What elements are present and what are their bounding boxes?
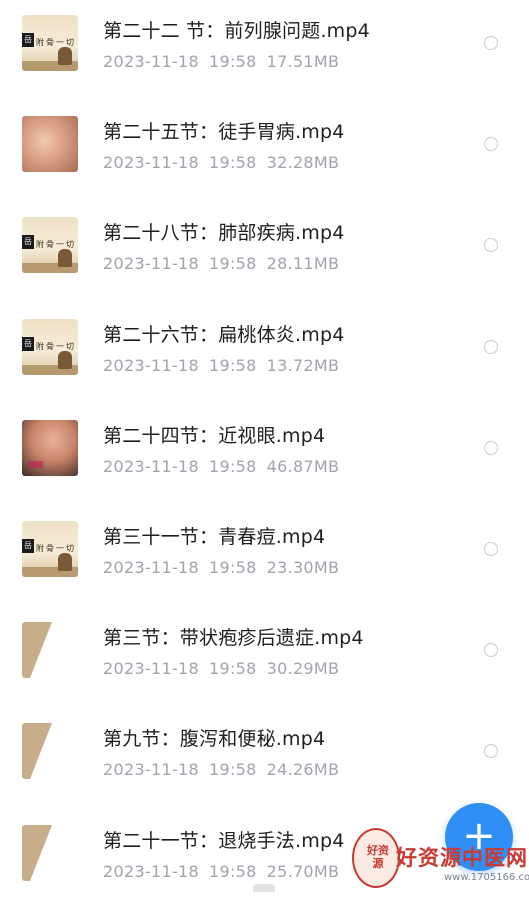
file-meta: 2023-11-18 19:58 30.29MB — [103, 659, 349, 678]
file-time: 19:58 — [208, 153, 257, 172]
select-radio[interactable] — [484, 441, 498, 455]
video-thumbnail — [22, 420, 78, 476]
file-meta: 2023-11-18 19:58 28.11MB — [103, 254, 349, 273]
watermark-text: 好资源中医网 — [396, 846, 528, 870]
watermark-url: www.1705166.com — [444, 872, 529, 883]
file-time: 19:58 — [208, 457, 257, 476]
video-thumbnail: 岳附骨一切 — [22, 521, 78, 577]
file-name: 第九节：腹泻和便秘.mp4 — [103, 728, 326, 750]
file-date: 2023-11-18 — [103, 862, 199, 881]
file-size: 17.51MB — [266, 52, 340, 71]
file-date: 2023-11-18 — [103, 254, 199, 273]
watermark-seal: 好资源 — [352, 828, 400, 888]
select-radio[interactable] — [484, 643, 498, 657]
file-time: 19:58 — [208, 52, 257, 71]
file-row[interactable]: 岳附骨一切 第二十八节：肺部疾病.mp4 2023-11-18 19:58 28.11M… — [0, 202, 529, 303]
video-thumbnail: 岳附骨一切 — [22, 319, 78, 375]
file-meta: 2023-11-18 19:58 23.30MB — [103, 558, 349, 577]
file-date: 2023-11-18 — [103, 558, 199, 577]
file-meta: 2023-11-18 19:58 24.26MB — [103, 760, 349, 779]
file-name: 第二十五节：徒手胃病.mp4 — [103, 121, 345, 143]
file-name: 第三节：带状疱疹后遗症.mp4 — [103, 627, 364, 649]
drag-handle[interactable] — [253, 884, 275, 892]
file-row[interactable]: 第三节：带状疱疹后遗症.mp4 2023-11-18 19:58 30.29MB — [0, 607, 529, 708]
file-name: 第二十二 节：前列腺问题.mp4 — [103, 20, 370, 42]
video-thumbnail: 岳附骨一切 — [22, 15, 78, 71]
file-time: 19:58 — [208, 862, 257, 881]
video-thumbnail — [22, 723, 78, 779]
file-time: 19:58 — [208, 254, 257, 273]
file-size: 25.70MB — [266, 862, 340, 881]
file-meta: 2023-11-18 19:58 32.28MB — [103, 153, 349, 172]
file-meta: 2023-11-18 19:58 17.51MB — [103, 52, 349, 71]
file-row[interactable]: 岳附骨一切 第三十一节：青春痘.mp4 2023-11-18 19:58 23.30MB — [0, 506, 529, 607]
file-row[interactable]: 岳附骨一切 第二十二 节：前列腺问题.mp4 2023-11-18 19:58 17.5… — [0, 0, 529, 101]
video-thumbnail — [22, 116, 78, 172]
file-date: 2023-11-18 — [103, 356, 199, 375]
file-size: 28.11MB — [266, 254, 340, 273]
select-radio[interactable] — [484, 36, 498, 50]
file-date: 2023-11-18 — [103, 760, 199, 779]
seal-text: 好资源 — [367, 844, 389, 870]
file-name: 第二十六节：扁桃体炎.mp4 — [103, 324, 345, 346]
file-row[interactable]: 第二十五节：徒手胃病.mp4 2023-11-18 19:58 32.28MB — [0, 101, 529, 202]
file-date: 2023-11-18 — [103, 52, 199, 71]
file-date: 2023-11-18 — [103, 659, 199, 678]
video-thumbnail: 岳附骨一切 — [22, 217, 78, 273]
file-size: 24.26MB — [266, 760, 340, 779]
select-radio[interactable] — [484, 340, 498, 354]
file-size: 13.72MB — [266, 356, 340, 375]
file-size: 46.87MB — [266, 457, 340, 476]
file-meta: 2023-11-18 19:58 46.87MB — [103, 457, 349, 476]
file-row[interactable]: 第二十四节：近视眼.mp4 2023-11-18 19:58 46.87MB — [0, 405, 529, 506]
select-radio[interactable] — [484, 542, 498, 556]
file-name: 第二十一节：退烧手法.mp4 — [103, 830, 345, 852]
file-name: 第二十八节：肺部疾病.mp4 — [103, 222, 345, 244]
video-thumbnail — [22, 825, 78, 881]
file-time: 19:58 — [208, 558, 257, 577]
select-radio[interactable] — [484, 744, 498, 758]
file-size: 30.29MB — [266, 659, 340, 678]
select-radio[interactable] — [484, 137, 498, 151]
file-size: 32.28MB — [266, 153, 340, 172]
file-meta: 2023-11-18 19:58 25.70MB — [103, 862, 349, 881]
file-time: 19:58 — [208, 760, 257, 779]
file-time: 19:58 — [208, 659, 257, 678]
select-radio[interactable] — [484, 238, 498, 252]
file-date: 2023-11-18 — [103, 153, 199, 172]
watermark: 好资源 好资源中医网 www.1705166.com — [352, 828, 529, 892]
file-date: 2023-11-18 — [103, 457, 199, 476]
file-time: 19:58 — [208, 356, 257, 375]
file-row[interactable]: 岳附骨一切 第二十六节：扁桃体炎.mp4 2023-11-18 19:58 13.72M… — [0, 304, 529, 405]
video-thumbnail — [22, 622, 78, 678]
file-meta: 2023-11-18 19:58 13.72MB — [103, 356, 349, 375]
file-name: 第二十四节：近视眼.mp4 — [103, 425, 326, 447]
file-size: 23.30MB — [266, 558, 340, 577]
file-name: 第三十一节：青春痘.mp4 — [103, 526, 326, 548]
file-row[interactable]: 第九节：腹泻和便秘.mp4 2023-11-18 19:58 24.26MB — [0, 708, 529, 809]
